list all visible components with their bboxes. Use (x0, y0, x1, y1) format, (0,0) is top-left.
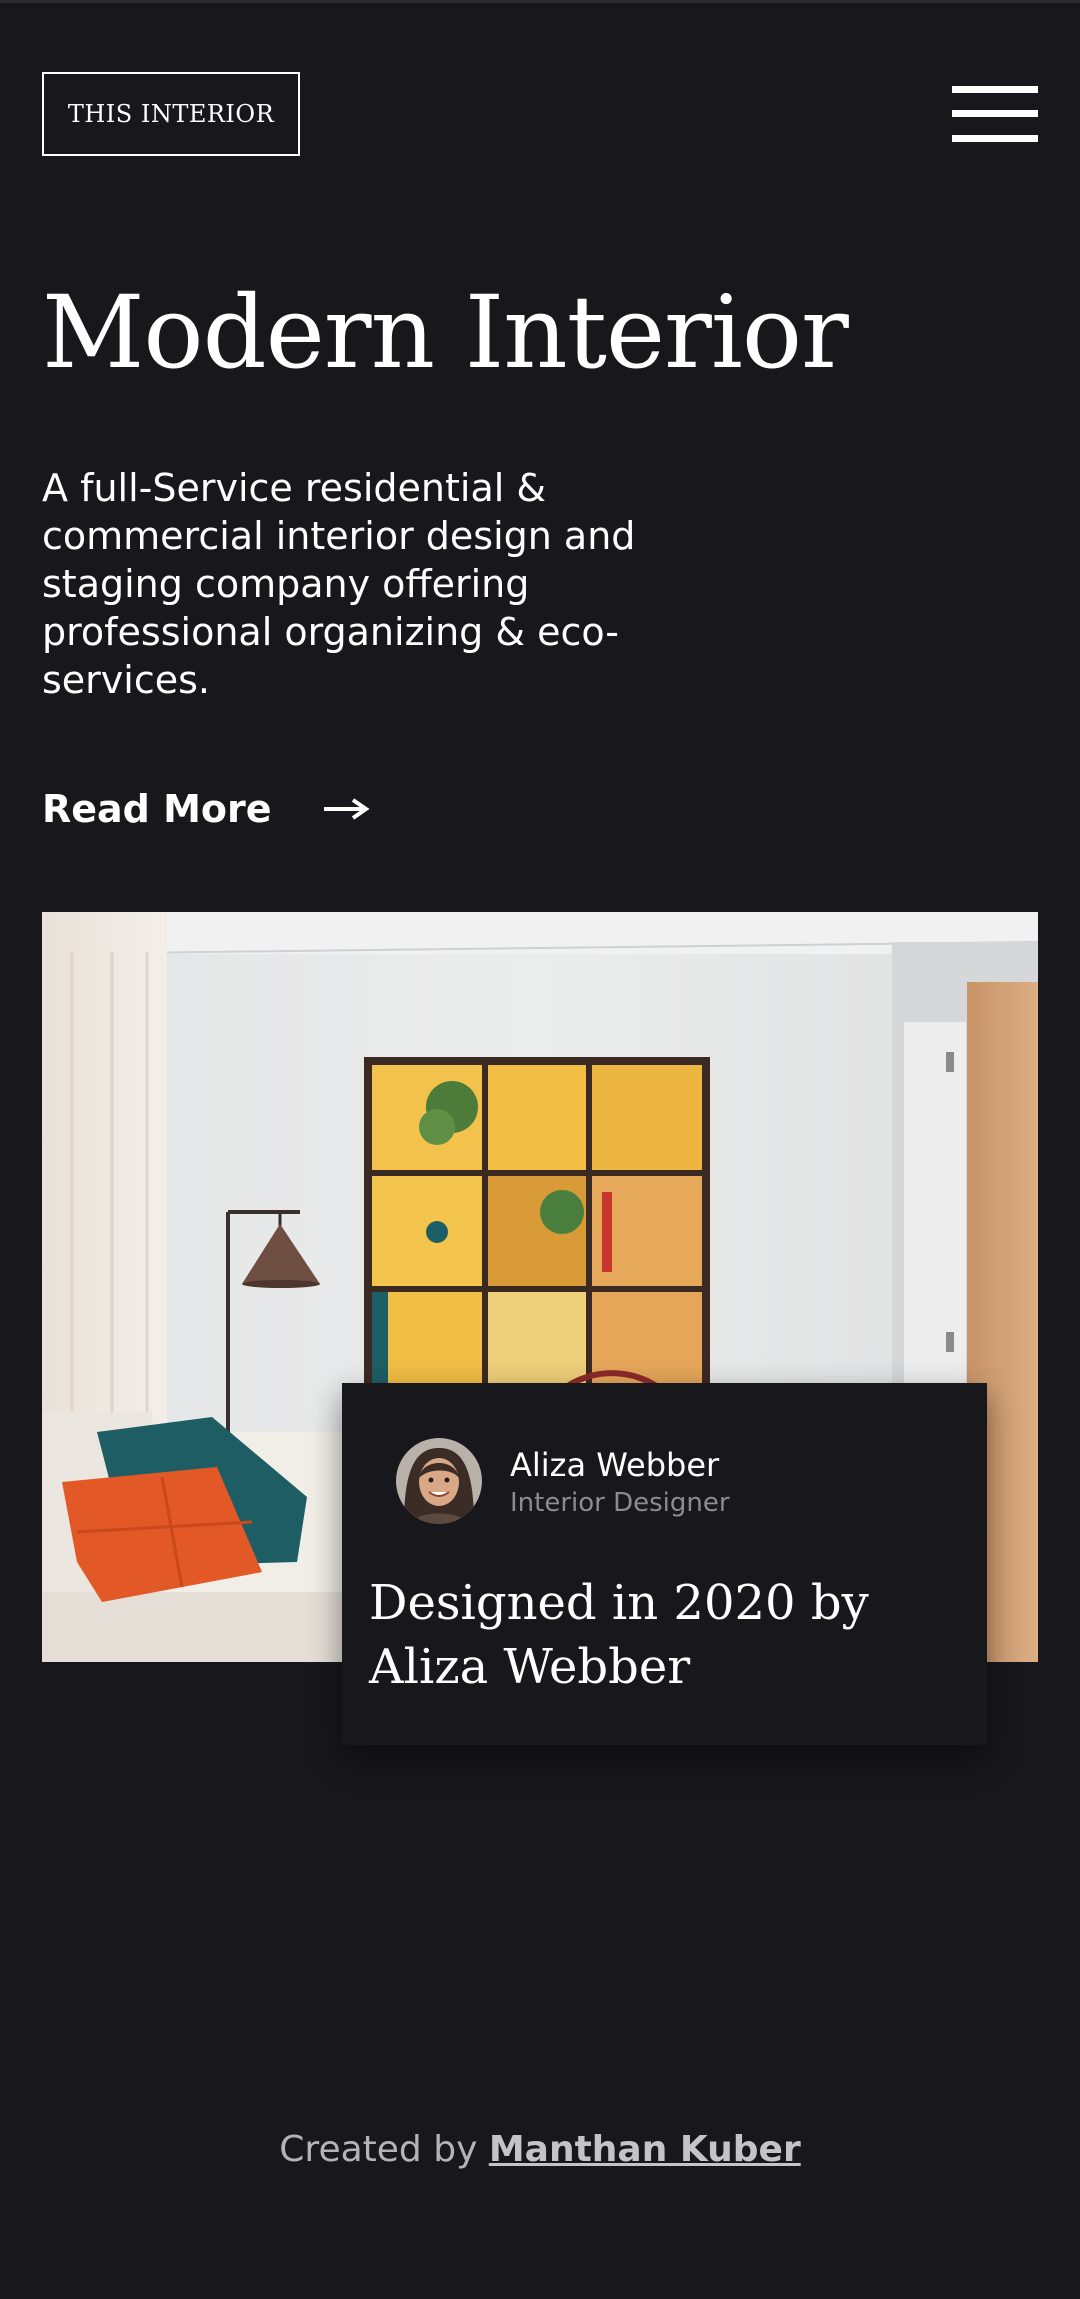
footer-credit: Created by Manthan Kuber (0, 2125, 1080, 2175)
designer-name: Aliza Webber (510, 1446, 720, 1484)
author-link[interactable]: Manthan Kuber (489, 2129, 801, 2170)
avatar (396, 1438, 482, 1524)
designer-card: Aliza Webber Interior Designer Designed … (342, 1383, 987, 1745)
menu-bar-top (952, 86, 1038, 93)
top-divider (0, 0, 1080, 3)
designer-role: Interior Designer (510, 1488, 730, 1518)
hamburger-menu-icon[interactable] (952, 86, 1038, 144)
logo-text: THIS INTERIOR (67, 100, 275, 128)
menu-bar-bottom (952, 135, 1038, 142)
site-logo[interactable]: THIS INTERIOR (42, 72, 300, 156)
menu-bar-middle (952, 110, 1038, 117)
hero-description: A full-Service residential & commercial … (42, 466, 636, 702)
arrow-right-icon (323, 798, 370, 820)
page-title: Modern Interior (42, 274, 849, 391)
read-more-link[interactable]: Read More (42, 781, 370, 837)
footer-prefix: Created by (279, 2129, 478, 2170)
read-more-label: Read More (42, 787, 272, 831)
card-title: Designed in 2020 by Aliza Webber (369, 1575, 869, 1695)
